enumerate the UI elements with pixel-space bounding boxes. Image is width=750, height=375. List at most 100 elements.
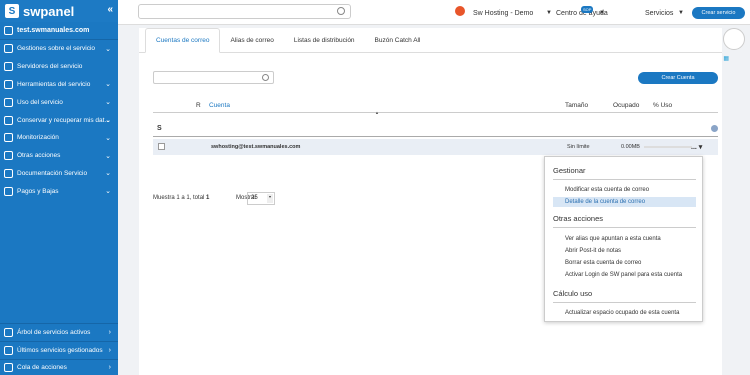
group-toggle-icon[interactable] (711, 125, 718, 132)
chevron-down-icon: ⌄ (105, 152, 111, 160)
monitor-icon (4, 133, 13, 143)
chevron-down-icon[interactable]: ▼ (599, 10, 605, 16)
search-icon[interactable] (337, 7, 345, 15)
chevron-down-icon: ⌄ (105, 188, 111, 196)
sidebar-item-label: Herramientas del servicio (17, 80, 91, 88)
divider (553, 302, 696, 303)
row-actions-dropdown: Gestionar Modificar esta cuenta de corre… (544, 156, 703, 322)
search-icon[interactable] (262, 74, 269, 81)
chevron-down-icon: ⌄ (105, 99, 111, 107)
usage-bar (644, 146, 692, 148)
accounts-search-input[interactable] (153, 71, 274, 84)
divider (553, 227, 696, 228)
swpanel-logo-icon: S (5, 4, 19, 18)
column-account[interactable]: Cuenta (209, 102, 230, 109)
row-actions-menu[interactable]: ... ▾ (691, 143, 702, 151)
chevron-right-icon: › (108, 346, 111, 354)
collapse-sidebar-icon[interactable]: « (107, 4, 113, 15)
sidebar-item-uso[interactable]: Uso del servicio ⌄ (0, 93, 118, 111)
column-percent[interactable]: % Uso (653, 102, 672, 109)
row-menu-dots: ... (691, 144, 697, 151)
sidebar-item-label: Cola de acciones (17, 364, 67, 372)
sidebar-item-cola[interactable]: Cola de acciones › (0, 358, 118, 375)
menu-item-open-postit[interactable]: Abrir Post-it de notas (553, 246, 696, 256)
page-size-value: 25 (251, 195, 258, 201)
sidebar-item-otras[interactable]: Otras acciones ⌄ (0, 147, 118, 165)
company-logo-icon (455, 6, 465, 16)
sidebar-item-label: Pagos y Bajas (17, 187, 59, 195)
backup-icon (4, 115, 13, 125)
menu-item-activate-login[interactable]: Activar Login de SW panel para esta cuen… (553, 270, 696, 280)
service-icon (4, 26, 13, 35)
sidebar-item-servidores[interactable]: Servidores del servicio (0, 58, 118, 76)
document-icon (4, 168, 13, 178)
divider (553, 179, 696, 180)
tab-buzon-catch-all[interactable]: Buzón Catch All (365, 28, 431, 53)
column-size[interactable]: Tamaño (565, 102, 588, 109)
sidebar-item-arbol[interactable]: Árbol de servicios activos › (0, 323, 118, 341)
menu-item-delete-account[interactable]: Borrar esta cuenta de correo (553, 258, 696, 268)
sidebar-item-label: Otras acciones (17, 152, 61, 160)
sidebar-item-pagos[interactable]: Pagos y Bajas ⌄ (0, 182, 118, 200)
table-row[interactable]: swhosting@test.swmanuales.com Sin límite… (153, 139, 718, 155)
create-account-button[interactable]: Crear Cuenta (638, 72, 718, 84)
logo-text: swpanel (23, 3, 75, 19)
caret-down-icon: ▾ (698, 144, 703, 151)
chevron-down-icon[interactable]: ▼ (678, 10, 684, 16)
tree-icon (4, 327, 13, 337)
logo[interactable]: S swpanel « (0, 0, 118, 22)
tab-listas-distribucion[interactable]: Listas de distribución (284, 28, 365, 53)
group-letter: S (157, 125, 162, 132)
tools-icon (4, 79, 13, 89)
services-menu[interactable]: Servicios (645, 10, 673, 17)
column-r[interactable]: R (196, 102, 201, 109)
chart-icon (4, 97, 13, 107)
table-header: R Cuenta ▲ Tamaño Ocupado % Uso (153, 99, 718, 115)
sidebar-item-label: Conservar y recuperar mis dat... (17, 116, 110, 124)
chevron-right-icon: › (108, 328, 111, 336)
chevron-down-icon: ⌄ (105, 45, 111, 53)
help-badge: SOP (581, 6, 594, 13)
sidebar-item-documentacion[interactable]: Documentación Servicio ⌄ (0, 165, 118, 183)
menu-item-update-usage[interactable]: Actualizar espacio ocupado de esta cuent… (553, 308, 696, 318)
queue-icon (4, 363, 13, 373)
chevron-down-icon: ⌄ (105, 134, 111, 142)
gear-icon (4, 44, 13, 54)
sidebar-item-herramientas[interactable]: Herramientas del servicio ⌄ (0, 76, 118, 94)
sidebar-item-gestiones[interactable]: Gestiones sobre el servicio ⌄ (0, 40, 118, 58)
page-size-select[interactable]: 25 ▾ (247, 192, 275, 205)
history-icon (4, 345, 13, 355)
sidebar-item-ultimos[interactable]: Últimos servicios gestionados › (0, 340, 118, 359)
sidebar-item-label: Monitorización (17, 134, 59, 142)
chevron-down-icon[interactable]: ▼ (546, 10, 552, 16)
company-name[interactable]: Sw Hosting - Demo (473, 10, 533, 17)
sidebar-item-conservar[interactable]: Conservar y recuperar mis dat... ⌄ (0, 111, 118, 129)
payment-icon (4, 186, 13, 196)
row-checkbox[interactable] (158, 143, 165, 150)
sidebar-item-monitorizacion[interactable]: Monitorización ⌄ (0, 129, 118, 147)
sidebar-item-label: Últimos servicios gestionados (17, 346, 103, 354)
global-search-input[interactable] (138, 4, 351, 19)
group-header: S (153, 125, 718, 137)
menu-item-account-detail[interactable]: Detalle de la cuenta de correo (553, 197, 696, 207)
tabs: Cuentas de correo Alias de correo Listas… (139, 28, 722, 53)
create-service-button[interactable]: Crear servicio (692, 7, 745, 19)
service-account[interactable]: test.swmanuales.com (0, 22, 118, 40)
service-account-label: test.swmanuales.com (17, 27, 90, 34)
tab-alias-correo[interactable]: Alias de correo (220, 28, 283, 53)
row-email[interactable]: swhosting@test.swmanuales.com (211, 144, 300, 150)
menu-item-modify-account[interactable]: Modificar esta cuenta de correo (553, 185, 696, 195)
server-icon (4, 62, 13, 72)
sort-asc-icon: ▲ (375, 110, 379, 115)
chevron-down-icon: ⌄ (105, 81, 111, 89)
chevron-down-icon: ⌄ (105, 117, 111, 125)
notes-tool-icon[interactable] (723, 28, 745, 50)
column-used[interactable]: Ocupado (613, 102, 639, 109)
tab-cuentas-correo[interactable]: Cuentas de correo (145, 28, 221, 53)
sidebar-item-label: Gestiones sobre el servicio (17, 45, 96, 53)
sidebar-item-label: Uso del servicio (17, 98, 63, 106)
menu-item-view-aliases[interactable]: Ver alias que apuntan a esta cuenta (553, 234, 696, 244)
pagination-summary: Muestra 1 a 1, total 1 (153, 195, 209, 201)
dropdown-section-otras: Otras acciones (553, 214, 604, 223)
dropdown-section-calculo: Cálculo uso (553, 289, 593, 298)
